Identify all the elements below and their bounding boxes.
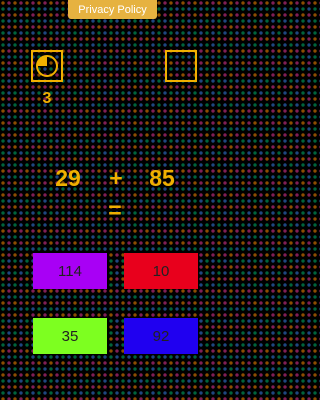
equals-sign: =	[108, 197, 122, 223]
answer-button-2[interactable]: 10	[124, 253, 198, 289]
answer-button-3[interactable]: 35	[33, 318, 107, 354]
empty-square-icon	[165, 50, 197, 82]
privacy-policy-button[interactable]: Privacy Policy	[68, 0, 157, 19]
operand-b: 85	[149, 165, 175, 191]
timer-count: 3	[42, 90, 52, 107]
answer-button-4[interactable]: 92	[124, 318, 198, 354]
timer-box	[31, 50, 63, 82]
timer-icon	[36, 55, 58, 77]
answer-button-1[interactable]: 114	[33, 253, 107, 289]
operand-a: 29	[55, 165, 81, 191]
operator-plus: +	[109, 165, 123, 191]
